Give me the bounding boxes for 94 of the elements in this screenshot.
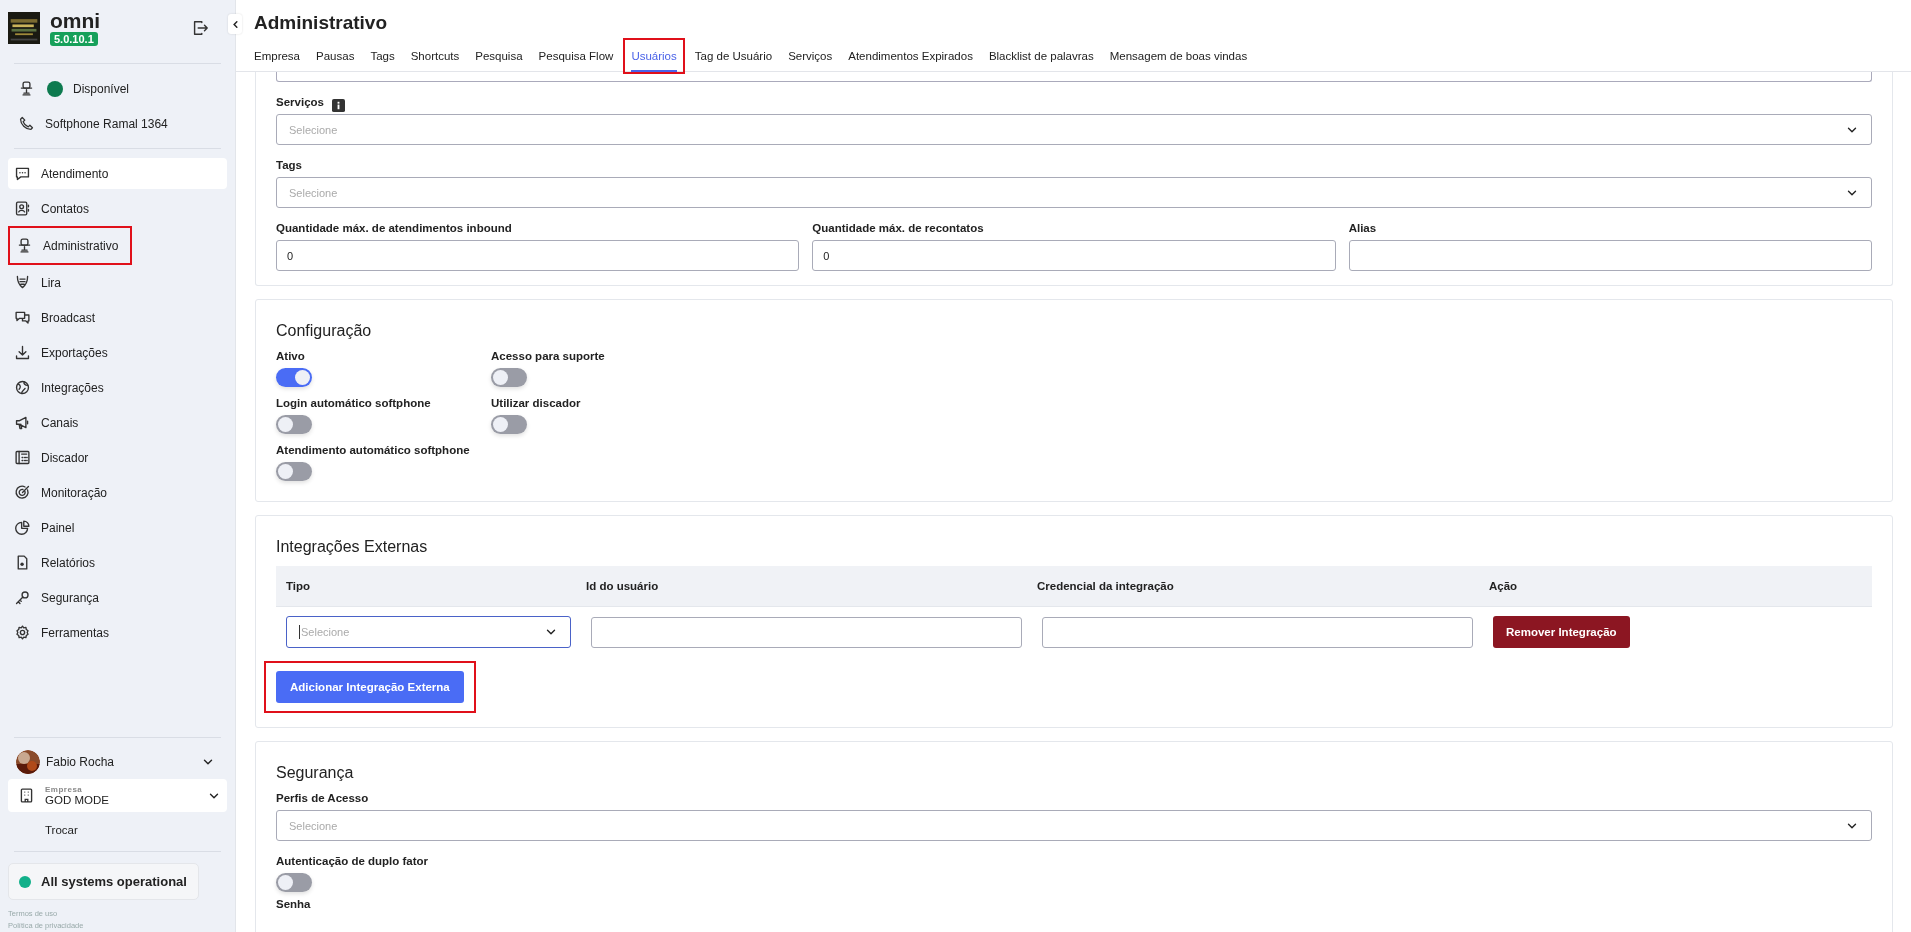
nav-item[interactable]: Exportações (8, 337, 227, 368)
nav-item[interactable]: Administrativo (10, 230, 125, 261)
column-header: Credencial da integração (1037, 580, 1175, 592)
lyre-icon (14, 274, 31, 291)
column-header: Id do usuário (586, 580, 660, 592)
tab[interactable]: Empresa (254, 43, 301, 75)
tab[interactable]: Pesquisa (475, 43, 523, 75)
page-title: Administrativo (254, 12, 389, 34)
system-status-text: All systems operational (41, 874, 187, 889)
globe-icon (14, 379, 31, 396)
key-icon (14, 589, 31, 606)
nav-item[interactable]: Relatórios (8, 547, 227, 578)
field-label: Senha (276, 898, 312, 910)
input-field[interactable]: 0 (812, 240, 1336, 271)
nav-item[interactable]: Lira (8, 267, 227, 298)
input-field[interactable]: 0 (276, 240, 800, 271)
toggle-label: Acesso para suporte (491, 350, 605, 362)
status-dot (47, 80, 63, 97)
chat-bubbles-icon (14, 309, 31, 326)
toggle-switch[interactable] (276, 368, 312, 387)
field-label: Quantidade máx. de recontatos (812, 222, 985, 234)
section-title: Configuração (276, 322, 373, 340)
toggle-label: Utilizar discador (491, 397, 581, 409)
section-title: Segurança (276, 764, 355, 782)
system-status-card[interactable]: All systems operational (8, 863, 199, 900)
chair-icon (16, 237, 33, 254)
nav-item[interactable]: Ferramentas (8, 617, 227, 648)
chevron-left-icon (230, 19, 240, 29)
pie-chart-icon (14, 519, 31, 536)
tab[interactable]: Atendimentos Expirados (848, 43, 973, 75)
info-icon (331, 98, 345, 112)
settings-icon (14, 624, 31, 641)
megaphone-icon (14, 414, 31, 431)
tab[interactable]: Shortcuts (410, 43, 460, 75)
toggle-switch[interactable] (276, 873, 312, 892)
section-title: Integrações Externas (276, 538, 429, 556)
download-icon (14, 344, 31, 361)
field-label: Quantidade máx. de atendimentos inbound (276, 222, 513, 234)
field-label: Perfis de Acesso (276, 792, 370, 804)
toggle-label: Ativo (276, 350, 305, 362)
building-icon (18, 787, 35, 804)
input-field[interactable] (1042, 616, 1473, 648)
target-icon (14, 484, 31, 501)
company-name: GOD MODE (45, 794, 110, 806)
logout-icon[interactable] (191, 19, 209, 37)
tab[interactable]: Pausas (316, 43, 355, 75)
toggle-switch[interactable] (276, 415, 312, 434)
column-header: Tipo (286, 580, 312, 592)
company-caption: Empresa (45, 785, 84, 794)
field-label: Alias (1348, 222, 1378, 234)
toggle-label: Login automático softphone (276, 397, 431, 409)
softphone-label: Softphone Ramal 1364 (45, 116, 168, 131)
nav-item[interactable]: Monitoração (8, 477, 227, 508)
column-header: Ação (1489, 580, 1519, 592)
tab[interactable]: Tags (370, 43, 395, 75)
dialpad-icon (14, 449, 31, 466)
nav-item[interactable]: Canais (8, 407, 227, 438)
input-field[interactable] (591, 616, 1022, 648)
availability-status[interactable]: Disponível (73, 81, 130, 96)
tab[interactable]: Pesquisa Flow (538, 43, 614, 75)
nav-item[interactable]: Contatos (8, 193, 227, 224)
input-field[interactable] (276, 72, 1872, 82)
version-badge: 5.0.10.1 (50, 32, 98, 46)
user-menu[interactable]: Fabio Rocha (8, 745, 227, 779)
toggle-switch[interactable] (491, 415, 527, 434)
contact-card-icon (14, 200, 31, 217)
field-label: Serviços (276, 96, 324, 108)
toggle-switch[interactable] (276, 462, 312, 481)
nav-item[interactable]: Painel (8, 512, 227, 543)
status-dot (19, 875, 31, 888)
toggle-label: Autenticação de duplo fator (276, 855, 430, 867)
chat-icon (14, 165, 31, 182)
tab[interactable]: Mensagem de boas vindas (1109, 43, 1248, 75)
switch-link[interactable]: Trocar (8, 812, 227, 844)
company-selector[interactable]: Empresa GOD MODE (8, 779, 227, 812)
phone-icon (18, 115, 35, 132)
nav-item[interactable]: Integrações (8, 372, 227, 403)
nav-item[interactable]: Discador (8, 442, 227, 473)
chair-icon (18, 80, 35, 97)
tab[interactable]: Serviços (788, 43, 833, 75)
add-integration-button[interactable]: Adicionar Integração Externa (276, 671, 464, 703)
remove-integration-button[interactable]: Remover Integração (1493, 616, 1630, 648)
field-label: Tags (276, 159, 303, 171)
nav-item[interactable]: Segurança (8, 582, 227, 613)
nav-item[interactable]: Broadcast (8, 302, 227, 333)
tab[interactable]: Usuários (631, 43, 677, 72)
nav-item[interactable]: Atendimento (8, 158, 227, 189)
tab[interactable]: Blacklist de palavras (988, 43, 1094, 75)
toggle-label: Atendimento automático softphone (276, 444, 470, 456)
toggle-switch[interactable] (491, 368, 527, 387)
brand-name: omni (50, 10, 101, 32)
input-field[interactable] (1348, 240, 1872, 271)
collapse-button[interactable] (228, 14, 242, 34)
tab[interactable]: Tag de Usuário (694, 43, 773, 75)
